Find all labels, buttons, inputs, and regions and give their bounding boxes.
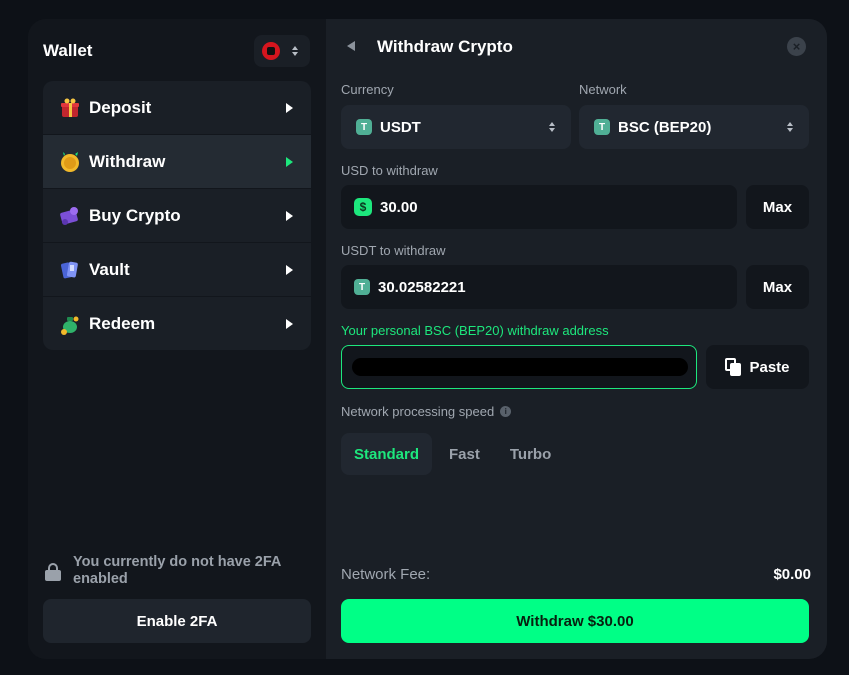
usdt-amount-value: 30.02582221 <box>378 278 466 296</box>
speed-label-text: Network processing speed <box>341 404 495 419</box>
usdt-icon: T <box>594 119 610 135</box>
menu-item-withdraw[interactable]: Withdraw <box>43 134 311 188</box>
menu-item-deposit[interactable]: Deposit <box>43 81 311 134</box>
currency-flag-select[interactable] <box>254 35 310 67</box>
panel-title: Withdraw Crypto <box>377 37 513 56</box>
wallet-sidebar: Wallet Deposit Withdraw Buy Crypto Vault… <box>28 19 326 659</box>
usd-amount-label: USD to withdraw <box>341 163 438 178</box>
menu-label-withdraw: Withdraw <box>89 151 166 171</box>
tab-standard[interactable]: Standard <box>341 433 433 475</box>
twofa-notice: You currently do not have 2FA enabled <box>45 554 305 588</box>
close-icon[interactable]: × <box>787 37 806 56</box>
chevron-right-icon <box>286 210 293 221</box>
menu-item-vault[interactable]: Vault <box>43 242 311 296</box>
currency-value: USDT <box>380 118 421 136</box>
menu-item-redeem[interactable]: Redeem <box>43 296 311 350</box>
menu-item-buy-crypto[interactable]: Buy Crypto <box>43 188 311 242</box>
address-input[interactable] <box>341 345 697 389</box>
currency-label: Currency <box>341 82 394 97</box>
chevron-right-icon <box>286 318 293 329</box>
paste-button[interactable]: Paste <box>706 345 809 389</box>
usdt-icon: T <box>354 279 370 295</box>
network-select[interactable]: T BSC (BEP20) <box>579 105 809 149</box>
wallet-title: Wallet <box>43 41 93 60</box>
network-fee-label: Network Fee: <box>341 566 431 583</box>
withdraw-panel: Withdraw Crypto × Currency T USDT Networ… <box>326 19 827 659</box>
network-label: Network <box>579 82 627 97</box>
menu-label-deposit: Deposit <box>89 97 152 117</box>
speed-tabs: Standard Fast Turbo <box>341 433 564 475</box>
dollar-icon: $ <box>354 198 372 216</box>
withdraw-button[interactable]: Withdraw $30.00 <box>341 599 809 643</box>
updown-chevron-icon <box>549 122 555 132</box>
wallet-modal: Wallet Deposit Withdraw Buy Crypto Vault… <box>28 19 827 659</box>
info-icon[interactable]: i <box>500 406 512 417</box>
currency-select[interactable]: T USDT <box>341 105 571 149</box>
tab-fast[interactable]: Fast <box>436 433 493 475</box>
usd-amount-input[interactable]: $ 30.00 <box>341 185 737 229</box>
menu-label-vault: Vault <box>89 259 130 279</box>
usd-amount-value: 30.00 <box>380 198 418 216</box>
speed-label: Network processing speed i <box>341 404 512 419</box>
network-value: BSC (BEP20) <box>618 118 712 136</box>
usd-max-button[interactable]: Max <box>746 185 809 229</box>
menu-label-redeem: Redeem <box>89 313 156 333</box>
gift-icon <box>59 97 81 119</box>
lock-icon <box>45 563 61 581</box>
albania-flag-icon <box>262 42 280 60</box>
redacted-address <box>352 358 688 376</box>
chevron-right-icon <box>286 264 293 275</box>
usdt-amount-input[interactable]: T 30.02582221 <box>341 265 737 309</box>
back-arrow-icon[interactable] <box>347 41 355 51</box>
address-label: Your personal BSC (BEP20) withdraw addre… <box>341 323 609 338</box>
chevron-right-icon <box>286 156 293 167</box>
updown-chevron-icon <box>787 122 793 132</box>
copy-icon <box>725 358 742 376</box>
usdt-icon: T <box>356 119 372 135</box>
paste-label: Paste <box>749 358 790 376</box>
twofa-notice-text: You currently do not have 2FA enabled <box>73 554 281 587</box>
chevron-right-icon <box>286 102 293 113</box>
enable-2fa-button[interactable]: Enable 2FA <box>43 599 311 643</box>
card-icon <box>59 205 81 227</box>
vault-icon <box>59 259 81 281</box>
network-fee-value: $0.00 <box>773 566 811 583</box>
wallet-menu: Deposit Withdraw Buy Crypto Vault Redeem <box>43 81 311 350</box>
tab-turbo[interactable]: Turbo <box>497 433 564 475</box>
menu-label-buy-crypto: Buy Crypto <box>89 205 181 225</box>
money-bag-icon <box>59 313 81 335</box>
usdt-max-button[interactable]: Max <box>746 265 809 309</box>
usdt-amount-label: USDT to withdraw <box>341 243 446 258</box>
updown-chevron-icon <box>292 46 298 56</box>
coin-icon <box>59 151 81 173</box>
